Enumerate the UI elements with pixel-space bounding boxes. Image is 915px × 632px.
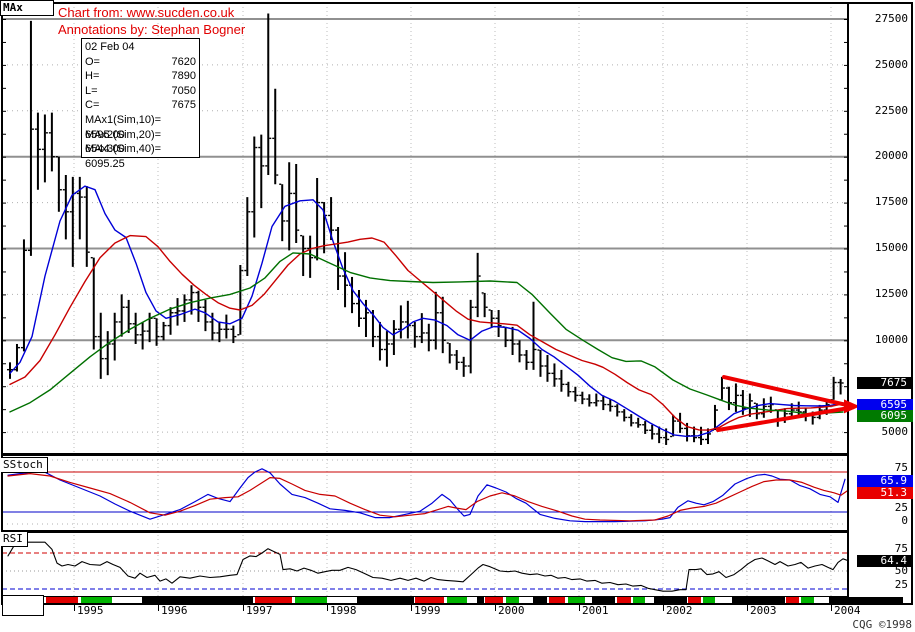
open-label: O= [85, 55, 100, 68]
close-label: C= [85, 99, 100, 112]
low-value: 7050 [171, 84, 196, 97]
price-axis-label: 25000 [874, 58, 908, 71]
year-axis-label: 2001 [582, 604, 609, 617]
price-axis-label: 12500 [874, 287, 908, 300]
price-axis-label: 5000 [881, 425, 909, 438]
year-axis-label: 2000 [498, 604, 525, 617]
source-annotation-text: Chart from: www.sucden.co.uk [58, 5, 235, 20]
price-badge: 7675 [857, 377, 913, 389]
price-axis-label: 10000 [874, 333, 908, 346]
open-value: 7620 [171, 55, 196, 68]
info-date: 02 Feb 04 [85, 41, 135, 53]
year-axis-label: 1998 [330, 604, 357, 617]
author-annotation-text: Annotations by: Stephan Bogner [58, 22, 246, 37]
stoch-axis-label: 0 [901, 514, 908, 527]
ma1-readout: MAx1(Sim,10)= 6595.00 [85, 113, 162, 141]
year-axis-label: 2003 [750, 604, 777, 617]
price-axis-label: 27500 [874, 12, 908, 25]
stoch-axis-label: 75 [894, 461, 908, 474]
stoch-badge: 51.3 [857, 487, 913, 499]
year-axis-label: 1997 [246, 604, 273, 617]
high-value: 7890 [171, 70, 196, 83]
study-label-rsi[interactable]: RSI [1, 531, 28, 547]
cqg-copyright: CQG ©1998 [852, 618, 912, 631]
year-axis-label: 1995 [77, 604, 104, 617]
cqg-chart-window: MAx Chart from: www.sucden.co.uk Annotat… [0, 0, 915, 632]
year-axis-label: 2002 [666, 604, 693, 617]
study-label-max[interactable]: MAx [0, 0, 54, 16]
year-axis-label: 1996 [161, 604, 188, 617]
high-label: H= [85, 70, 100, 83]
study-label-sstoch[interactable]: SStoch [1, 457, 48, 473]
year-axis-label: 2004 [834, 604, 861, 617]
price-axis-label: 15000 [874, 241, 908, 254]
empty-corner-box [2, 595, 44, 616]
year-axis-label: 1999 [414, 604, 441, 617]
stoch-axis-label: 25 [894, 501, 908, 514]
rsi-axis-label: 25 [894, 578, 908, 591]
ma2-readout: MAx2(Sim,20)= 6544.00 [85, 128, 162, 156]
price-axis-label: 22500 [874, 104, 908, 117]
price-badge: 6095 [857, 410, 913, 422]
low-label: L= [85, 84, 98, 97]
price-axis-label: 20000 [874, 149, 908, 162]
close-value: 7675 [171, 99, 196, 112]
quote-info-box[interactable]: 02 Feb 04 O= 7620 H= 7890 L= 7050 C= 7675 MA… [81, 38, 200, 170]
price-axis-label: 17500 [874, 195, 908, 208]
ma3-readout: MAx3(Sim,40)= 6095.25 [85, 143, 162, 170]
rsi-badge: 64.4 [857, 555, 913, 567]
